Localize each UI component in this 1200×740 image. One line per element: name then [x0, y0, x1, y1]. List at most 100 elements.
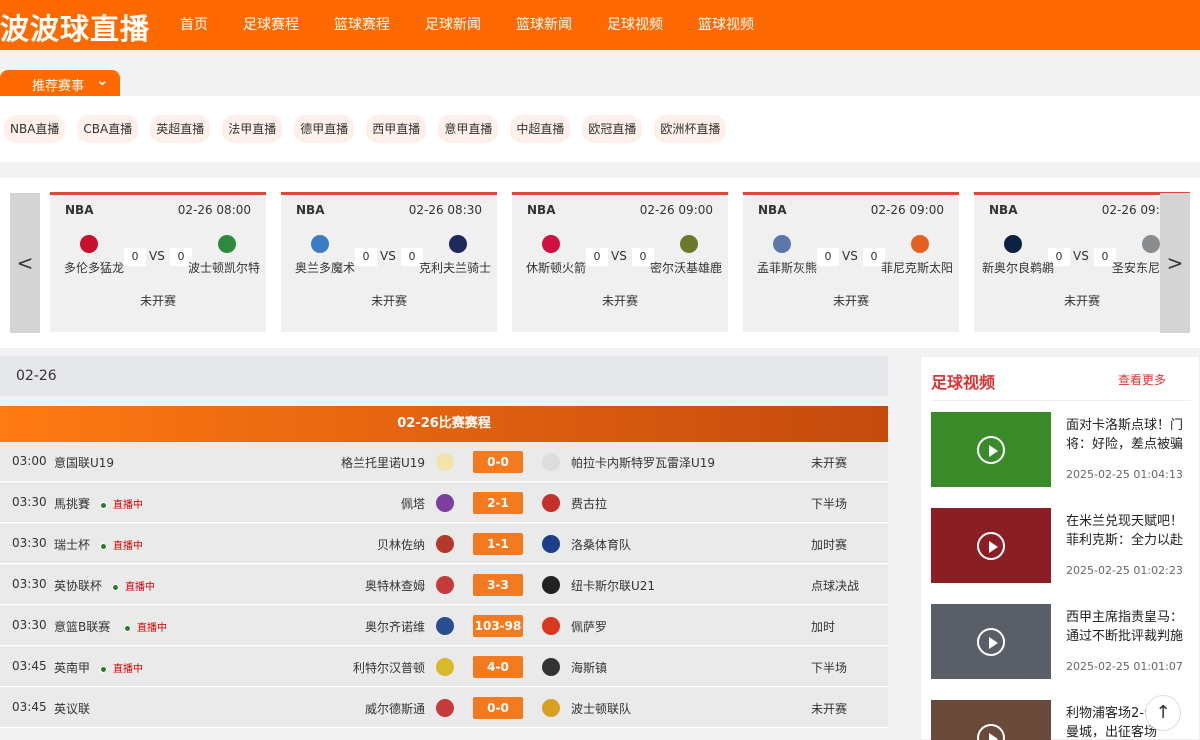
schedule-row[interactable]: 03:00 意国联U19 格兰托里诺U19 0-0 帕拉卡内斯特罗瓦雷泽U19 未开赛: [0, 442, 888, 482]
nav-basketball-news[interactable]: 篮球新闻: [516, 0, 572, 50]
live-badge: 直播中: [124, 619, 167, 634]
schedule-row[interactable]: 03:45 英南甲 直播中 利特尔汉普顿 4-0 海斯镇 下半场: [0, 647, 888, 687]
live-dot-icon: [100, 501, 107, 509]
schedule-row[interactable]: 03:30 英协联杯 直播中 奥特林查姆 3-3 纽卡斯尔联U21 点球决战: [0, 565, 888, 605]
tag-csl[interactable]: 中超直播: [510, 115, 571, 143]
back-to-top-button[interactable]: ↑: [1145, 695, 1181, 731]
recommend-tab[interactable]: 推荐赛事 ⌄: [0, 70, 120, 96]
nav-football-schedule[interactable]: 足球赛程: [243, 0, 299, 50]
match-time: 03:00: [12, 454, 47, 468]
video-thumbnail[interactable]: [931, 604, 1051, 679]
match-time: 03:45: [12, 700, 47, 714]
view-more-link[interactable]: 查看更多: [1118, 371, 1166, 388]
carousel-prev-button[interactable]: <: [10, 193, 40, 333]
carousel-next-button[interactable]: >: [1160, 193, 1190, 333]
video-date: 2025-02-25 01:04:13: [1066, 468, 1183, 481]
schedule-row[interactable]: 03:30 意篮B联赛 直播中 奥尔齐诺维 103-98 佩萨罗 加时: [0, 606, 888, 646]
match-status: 未开赛: [370, 294, 407, 308]
home-team-name: 格兰托里诺U19: [340, 456, 425, 470]
video-sidebar: 足球视频 查看更多 面对卡洛斯点球！门将：好险，差点被骗了 2025-02-25 …: [920, 356, 1200, 740]
match-league: NBA: [65, 203, 94, 217]
match-time: 02-26 08:30: [408, 203, 482, 217]
match-status: 未开赛: [832, 294, 869, 308]
match-league: 瑞士杯: [54, 538, 91, 552]
match-score: 103-98: [473, 615, 523, 637]
away-team-name: 密尔沃基雄鹿: [650, 261, 722, 275]
match-score: 1-1: [473, 533, 523, 555]
live-dot-icon: [100, 542, 107, 550]
match-score: 2-1: [473, 492, 523, 514]
tag-bundesliga[interactable]: 德甲直播: [294, 115, 355, 143]
match-time: 03:30: [12, 495, 47, 509]
away-team-logo-icon: [1142, 235, 1160, 253]
tag-epl[interactable]: 英超直播: [150, 115, 211, 143]
video-item[interactable]: 在米兰兑现天赋吧！菲利克斯：全力以赴 2025-02-25 01:02:23: [931, 508, 1191, 583]
video-thumbnail[interactable]: [931, 412, 1051, 487]
match-card[interactable]: NBA 02-26 09:00 0 VS 0 休斯顿火箭 密尔沃基雄鹿 未开赛: [512, 192, 728, 332]
divider: [931, 400, 1191, 401]
video-thumbnail[interactable]: [931, 700, 1051, 740]
schedule-row[interactable]: 03:30 馬挑賽 直播中 佩塔 2-1 费古拉 下半场: [0, 483, 888, 523]
play-icon: [977, 724, 1005, 740]
away-team-logo-icon: [542, 617, 560, 635]
tag-ligue1[interactable]: 法甲直播: [222, 115, 283, 143]
home-team-logo-icon: [436, 699, 454, 717]
nav-basketball-video[interactable]: 篮球视频: [698, 0, 754, 50]
away-team-logo-icon: [542, 576, 560, 594]
match-card[interactable]: NBA02-26 09:000VS0新奥尔良鹈鹕圣安东尼奥马刺未开赛: [974, 192, 1190, 332]
away-team-logo-icon: [680, 235, 698, 253]
tag-ucl[interactable]: 欧冠直播: [582, 115, 643, 143]
tag-laliga[interactable]: 西甲直播: [366, 115, 427, 143]
match-status: 下半场: [811, 661, 848, 675]
home-team-name: 新奥尔良鹈鹕: [982, 261, 1054, 275]
away-team-name: 佩萨罗: [571, 620, 608, 634]
nav-basketball-schedule[interactable]: 篮球赛程: [334, 0, 390, 50]
match-carousel: < NBA02-26 08:000VS0多伦多猛龙波士顿凯尔特人未开赛NBA02…: [0, 178, 1200, 348]
video-item[interactable]: 西甲主席指责皇马：通过不断批评裁判施压 2025-02-25 01:01:07: [931, 604, 1191, 679]
video-item[interactable]: 面对卡洛斯点球！门将：好险，差点被骗了 2025-02-25 01:04:13: [931, 412, 1191, 487]
video-title[interactable]: 面对卡洛斯点球！门将：好险，差点被骗了: [1066, 416, 1184, 456]
video-title[interactable]: 在米兰兑现天赋吧！菲利克斯：全力以赴: [1066, 512, 1184, 550]
away-team-name: 帕拉卡内斯特罗瓦雷泽U19: [571, 456, 716, 470]
away-team-logo-icon: [542, 699, 560, 717]
chevron-down-icon: ⌄: [96, 71, 109, 89]
home-team-logo-icon: [436, 658, 454, 676]
away-team-name: 费古拉: [571, 497, 608, 511]
home-team-logo-icon: [436, 494, 454, 512]
match-score: 0-0: [473, 697, 523, 719]
home-team-name: 奥兰多魔术: [294, 261, 355, 275]
tag-cba[interactable]: CBA直播: [77, 115, 139, 143]
nav-football-video[interactable]: 足球视频: [607, 0, 663, 50]
match-status: 未开赛: [811, 702, 848, 716]
home-team-logo-icon: [80, 235, 98, 253]
match-card[interactable]: NBA 02-26 08:30 0 VS 0 奥兰多魔术 克利夫兰骑士 未开赛: [281, 192, 497, 332]
away-team-logo-icon: [218, 235, 236, 253]
match-score: 3-3: [473, 574, 523, 596]
match-time: 03:30: [12, 618, 47, 632]
match-card[interactable]: NBA 02-26 09:00 0 VS 0 孟菲斯灰熊 菲尼克斯太阳 未开赛: [743, 192, 959, 332]
video-title[interactable]: 西甲主席指责皇马：通过不断批评裁判施压: [1066, 608, 1184, 648]
match-status: 未开赛: [139, 294, 176, 308]
match-card[interactable]: NBA02-26 08:000VS0多伦多猛龙波士顿凯尔特人未开赛: [50, 192, 266, 332]
tag-nba[interactable]: NBA直播: [4, 115, 66, 143]
match-status: 未开赛: [601, 294, 638, 308]
recommend-title: 推荐赛事: [32, 79, 85, 94]
away-team-name: 波士顿联队: [571, 702, 632, 716]
schedule-row[interactable]: 03:45 英议联 威尔德斯通 0-0 波士顿联队 未开赛: [0, 688, 888, 728]
match-league: 馬挑賽: [54, 497, 91, 511]
nav-home[interactable]: 首页: [180, 0, 208, 50]
home-team-logo-icon: [436, 617, 454, 635]
home-team-logo-icon: [773, 235, 791, 253]
home-team-name: 威尔德斯通: [364, 702, 425, 716]
sidebar-title: 足球视频: [931, 373, 996, 392]
nav-football-news[interactable]: 足球新闻: [425, 0, 481, 50]
match-league: 意国联U19: [54, 456, 115, 470]
match-league: 意篮B联赛: [54, 620, 111, 634]
tag-euro[interactable]: 欧洲杯直播: [654, 115, 727, 143]
video-thumbnail[interactable]: [931, 508, 1051, 583]
schedule-row[interactable]: 03:30 瑞士杯 直播中 贝林佐纳 1-1 洛桑体育队 加时赛: [0, 524, 888, 564]
away-team-logo-icon: [911, 235, 929, 253]
match-time: 02-26 09:00: [870, 203, 944, 217]
tag-seriea[interactable]: 意甲直播: [438, 115, 499, 143]
site-logo[interactable]: 波波球直播: [0, 6, 150, 48]
